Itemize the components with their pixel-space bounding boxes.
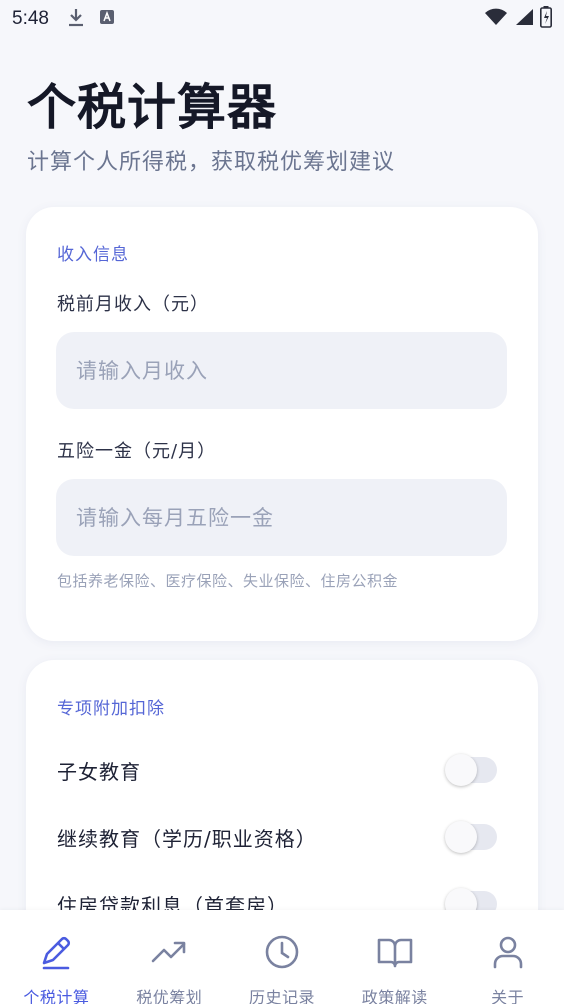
nav-label: 历史记录 [248, 988, 315, 1004]
deduction-label: 继续教育（学历/职业资格） [57, 826, 317, 851]
nav-about[interactable]: 关于 [451, 910, 564, 1004]
nav-tax-calculation[interactable]: 个税计算 [0, 910, 113, 1004]
child-education-toggle[interactable] [445, 754, 497, 786]
nav-label: 税优筹划 [136, 988, 203, 1004]
page-title: 个税计算器 [27, 79, 278, 136]
clock-icon [262, 932, 302, 976]
signal-icon [514, 8, 534, 31]
nav-label: 关于 [491, 988, 525, 1004]
monthly-income-input[interactable] [56, 332, 507, 409]
income-section-title: 收入信息 [57, 245, 129, 265]
toggle-knob [445, 754, 477, 786]
person-icon [488, 932, 528, 976]
continuing-education-toggle[interactable] [445, 821, 497, 853]
nav-label: 政策解读 [361, 988, 428, 1004]
a-box-icon [99, 8, 115, 30]
deduction-row-child-education: 子女教育 [57, 750, 497, 790]
pencil-icon [36, 932, 76, 976]
income-info-card: 收入信息 税前月收入（元） 五险一金（元/月） 包括养老保险、医疗保险、失业保险… [26, 207, 538, 641]
toggle-knob [445, 821, 477, 853]
nav-label: 个税计算 [23, 988, 90, 1004]
nav-tax-planning[interactable]: 税优筹划 [113, 910, 226, 1004]
bottom-navigation: 个税计算 税优筹划 历史记录 政策解读 关于 [0, 910, 564, 1004]
nav-policy[interactable]: 政策解读 [338, 910, 451, 1004]
trending-up-icon [149, 932, 189, 976]
page-header: 个税计算器 计算个人所得税，获取税优筹划建议 [27, 78, 395, 176]
insurance-label: 五险一金（元/月） [57, 441, 217, 462]
status-bar: 5:48 [0, 0, 564, 38]
insurance-input[interactable] [56, 479, 507, 556]
insurance-hint: 包括养老保险、医疗保险、失业保险、住房公积金 [57, 572, 399, 590]
deduction-row-continuing-education: 继续教育（学历/职业资格） [57, 817, 497, 857]
deduction-label: 子女教育 [57, 759, 141, 784]
monthly-income-label: 税前月收入（元） [57, 294, 209, 315]
nav-history[interactable]: 历史记录 [226, 910, 339, 1004]
battery-charging-icon [540, 5, 552, 33]
deduction-section-title: 专项附加扣除 [57, 699, 165, 719]
status-time: 5:48 [12, 8, 49, 29]
download-icon [67, 7, 85, 32]
page-subtitle: 计算个人所得税，获取税优筹划建议 [27, 150, 396, 175]
wifi-icon [484, 8, 508, 31]
book-icon [375, 932, 415, 976]
